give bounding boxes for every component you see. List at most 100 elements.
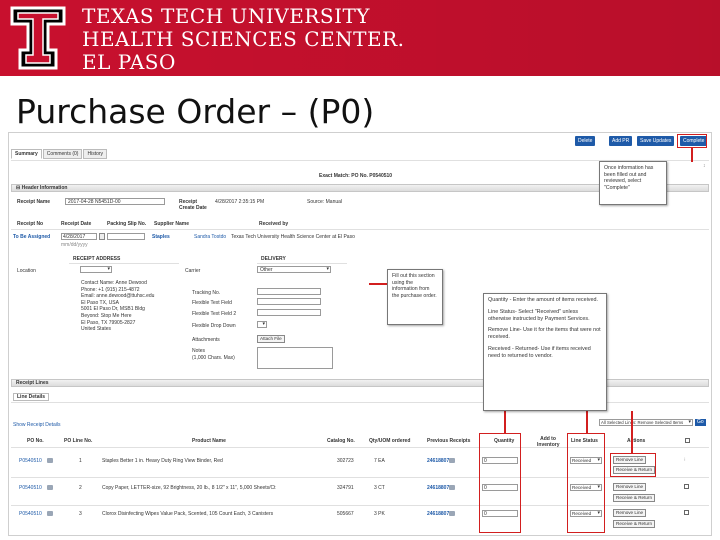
tab-comments[interactable]: Comments (0) <box>42 149 83 159</box>
supplier-name-link[interactable]: Staples <box>152 234 170 240</box>
row-line-no: 1 <box>79 458 82 464</box>
print-icon[interactable] <box>47 511 53 516</box>
bulk-action-value: All Selected Lines: Remove Selected Item… <box>601 420 684 425</box>
row-catalog: 324791 <box>337 485 354 491</box>
delivery-title: DELIVERY <box>261 256 286 262</box>
receive-return-button[interactable]: Receive & Return <box>613 520 656 528</box>
exact-match-label: Exact Match: PO No. P0540510 <box>319 173 393 179</box>
receipt-date-input[interactable]: 4/28/2017 <box>61 233 97 240</box>
receipt-name-label: Receipt Name <box>17 199 51 205</box>
contact-line: El Paso, TX 79905-2827 <box>81 319 136 326</box>
location-select[interactable] <box>80 266 112 273</box>
slide-title: Purchase Order – (P0) <box>16 92 375 131</box>
receipt-address-title: RECEIPT ADDRESS <box>73 256 121 262</box>
carrier-value: Other <box>260 267 273 273</box>
tab-history[interactable]: History <box>83 149 108 159</box>
print-icon[interactable] <box>47 485 53 490</box>
attachments-label: Attachments <box>192 337 220 343</box>
quantity-status-callout: Quantity - Enter the amount of items rec… <box>483 293 607 411</box>
col-catalog-no: Catalog No. <box>327 438 355 444</box>
receive-return-button[interactable]: Receive & Return <box>613 494 656 502</box>
callout-received-returned-text: Received - Returned- Use if items receiv… <box>488 345 591 359</box>
col-previous-receipts: Previous Receipts <box>427 438 471 444</box>
flex-field-1-input[interactable] <box>257 298 321 305</box>
row-checkbox[interactable] <box>684 510 689 515</box>
print-icon[interactable] <box>47 458 53 463</box>
remove-line-button[interactable]: Remove Line <box>613 509 647 517</box>
date-format-hint: mm/dd/yyyy <box>61 242 88 248</box>
col-receipt-date: Receipt Date <box>61 221 92 227</box>
col-po-line-no: PO Line No. <box>64 438 93 444</box>
attach-file-button[interactable]: Attach File <box>257 335 285 343</box>
row-po-link[interactable]: P0540510 <box>19 485 42 491</box>
row-po-link[interactable]: P0540510 <box>19 458 42 464</box>
contact-line: Email: anne.dewood@ttuhsc.edu <box>81 293 155 300</box>
row-po-link[interactable]: P0540510 <box>19 511 42 517</box>
fill-section-connector <box>369 283 389 285</box>
delete-button[interactable]: Delete <box>575 136 596 146</box>
receipt-date-value: 4/28/2017 <box>63 234 86 240</box>
header-row-divider <box>11 229 709 230</box>
receipt-create-date-value: 4/28/2017 2:35:15 PM <box>215 199 265 205</box>
carrier-select[interactable]: Other <box>257 266 331 273</box>
row-checkbox-placeholder[interactable]: ⁝ <box>684 457 686 463</box>
to-be-assigned-link[interactable]: To Be Assigned <box>13 234 50 240</box>
save-updates-button[interactable]: Save Updates <box>637 136 675 146</box>
double-t-logo <box>10 6 66 70</box>
received-by-user[interactable]: Sandra Tostdo <box>194 234 226 240</box>
row-previous-receipt-link[interactable]: 24618807 <box>427 458 449 464</box>
notes-textarea[interactable] <box>257 347 333 369</box>
show-receipt-details-link[interactable]: Show Receipt Details <box>13 422 61 428</box>
status-connector <box>586 411 588 433</box>
flex-field-2-input[interactable] <box>257 309 321 316</box>
complete-callout: Once information has been filled out and… <box>599 161 667 205</box>
contact-block: Contact Name: Anne Dewood Phone: +1 (915… <box>81 280 154 333</box>
delivery-underline <box>257 263 347 264</box>
scroll-indicator[interactable]: ↕ <box>703 163 706 169</box>
receipt-icon[interactable] <box>449 511 455 516</box>
receipt-create-date-label: Receipt Create Date <box>179 199 207 211</box>
contact-line: 5001 El Paso Dr, MSB1 Bldg <box>81 306 145 313</box>
select-all-checkbox[interactable] <box>685 438 690 443</box>
flex-field-2-label: Flexible Text Field 2 <box>192 311 237 317</box>
remove-line-button[interactable]: Remove Line <box>613 483 647 491</box>
row-previous-receipt-link[interactable]: 24618807 <box>427 511 449 517</box>
col-packing-slip: Packing Slip No. <box>107 221 147 227</box>
source-label: Source: Manual <box>307 199 343 205</box>
tab-bar: Summary Comments (0) History <box>11 149 108 159</box>
callout-line-status-text: Line Status- Select "Received" unless ot… <box>488 308 590 322</box>
flex-dropdown-label: Flexible Drop Down <box>192 323 236 329</box>
tracking-input[interactable] <box>257 288 321 295</box>
receipt-name-value: 2017-04-28 N5451D-00 <box>68 199 121 205</box>
receipt-icon[interactable] <box>449 485 455 490</box>
col-product-name: Product Name <box>192 438 226 444</box>
complete-connector <box>691 148 693 162</box>
actions-connector <box>631 411 633 453</box>
line-status-highlight <box>567 433 605 533</box>
banner-line-1: TEXAS TECH UNIVERSITY <box>82 4 371 28</box>
notes-max-hint: (1,000 Chars. Max) <box>192 355 235 361</box>
packing-slip-input[interactable] <box>107 233 145 240</box>
row-previous-receipt-link[interactable]: 24618807 <box>427 485 449 491</box>
col-received-by: Received by <box>259 221 289 227</box>
calendar-icon[interactable] <box>99 233 105 240</box>
flex-dropdown-select[interactable] <box>257 321 267 328</box>
receipt-name-input[interactable]: 2017-04-28 N5451D-00 <box>65 198 165 205</box>
row-catalog: 302723 <box>337 458 354 464</box>
row-product: Copy Paper, LETTER-size, 92 Brightness, … <box>102 485 276 491</box>
add-pr-button[interactable]: Add PR <box>609 136 633 146</box>
col-supplier-name: Supplier Name <box>154 221 190 227</box>
flex-field-1-label: Flexible Text Field <box>192 300 232 306</box>
location-label: Location <box>17 268 36 274</box>
col-receipt-no: Receipt No <box>17 221 44 227</box>
bulk-action-select[interactable]: All Selected Lines: Remove Selected Item… <box>599 419 693 426</box>
receipt-icon[interactable] <box>449 458 455 463</box>
line-details-tab[interactable]: Line Details <box>13 393 50 401</box>
row-checkbox[interactable] <box>684 484 689 489</box>
row-qty-uom: 3 CT <box>374 485 385 491</box>
received-by-org: Texas Tech University Health Science Cen… <box>231 234 355 240</box>
tab-summary[interactable]: Summary <box>11 149 42 159</box>
row-qty-uom: 7 EA <box>374 458 385 464</box>
contact-line: Phone: +1 (915) 215-4872 <box>81 286 140 293</box>
go-button[interactable]: Go <box>695 419 706 426</box>
